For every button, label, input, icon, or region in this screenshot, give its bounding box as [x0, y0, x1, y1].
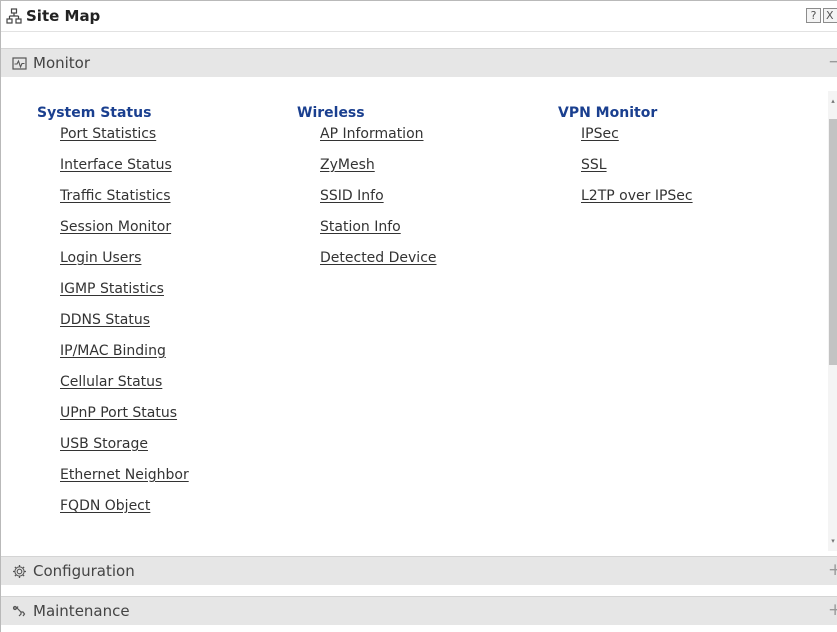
close-button[interactable]: X [823, 8, 837, 23]
column-vpn-monitor: VPN Monitor IPSec SSL L2TP over IPSec [558, 103, 693, 217]
section-header-maintenance[interactable]: Maintenance + [1, 596, 837, 625]
link-list: Port Statistics Interface Status Traffic… [37, 124, 189, 527]
title-bar: Site Map ? X [1, 1, 837, 32]
column-wireless: Wireless AP Information ZyMesh SSID Info… [297, 103, 437, 279]
section-label-monitor: Monitor [33, 54, 91, 72]
link-ssl[interactable]: SSL [581, 155, 693, 186]
link-fqdn-object[interactable]: FQDN Object [60, 496, 189, 527]
link-list: AP Information ZyMesh SSID Info Station … [297, 124, 437, 279]
gear-icon [12, 564, 27, 579]
link-ssid-info[interactable]: SSID Info [320, 186, 437, 217]
link-station-info[interactable]: Station Info [320, 217, 437, 248]
link-detected-device[interactable]: Detected Device [320, 248, 437, 279]
link-traffic-statistics[interactable]: Traffic Statistics [60, 186, 189, 217]
link-ipsec[interactable]: IPSec [581, 124, 693, 155]
scroll-up-arrow-icon[interactable]: ▴ [830, 97, 836, 105]
link-ddns-status[interactable]: DDNS Status [60, 310, 189, 341]
help-button[interactable]: ? [806, 8, 821, 23]
link-ap-information[interactable]: AP Information [320, 124, 437, 155]
link-igmp-statistics[interactable]: IGMP Statistics [60, 279, 189, 310]
column-title: System Status [37, 105, 152, 121]
scroll-down-arrow-icon[interactable]: ▾ [830, 537, 836, 545]
column-system-status: System Status Port Statistics Interface … [37, 103, 189, 527]
link-port-statistics[interactable]: Port Statistics [60, 124, 189, 155]
link-usb-storage[interactable]: USB Storage [60, 434, 189, 465]
expand-toggle-configuration[interactable]: + [828, 560, 837, 580]
link-list: IPSec SSL L2TP over IPSec [558, 124, 693, 217]
vertical-scrollbar[interactable]: ▴ ▾ [828, 91, 837, 551]
link-ethernet-neighbor[interactable]: Ethernet Neighbor [60, 465, 189, 496]
link-zymesh[interactable]: ZyMesh [320, 155, 437, 186]
collapse-toggle-monitor[interactable]: − [828, 52, 837, 72]
column-title: VPN Monitor [558, 105, 658, 121]
section-header-configuration[interactable]: Configuration + [1, 556, 837, 585]
expand-toggle-maintenance[interactable]: + [828, 600, 837, 620]
site-map-window: Site Map ? X Monitor − System Status Por… [0, 0, 837, 632]
sitemap-icon [6, 8, 22, 24]
link-interface-status[interactable]: Interface Status [60, 155, 189, 186]
link-ip-mac-binding[interactable]: IP/MAC Binding [60, 341, 189, 372]
wrench-icon [12, 604, 27, 619]
link-session-monitor[interactable]: Session Monitor [60, 217, 189, 248]
section-label-maintenance: Maintenance [33, 602, 130, 620]
section-header-monitor[interactable]: Monitor − [1, 48, 837, 77]
scroll-thumb[interactable] [829, 119, 837, 365]
monitor-icon [12, 56, 27, 71]
monitor-content: System Status Port Statistics Interface … [1, 91, 828, 551]
column-title: Wireless [297, 105, 365, 121]
link-upnp-port-status[interactable]: UPnP Port Status [60, 403, 189, 434]
section-label-configuration: Configuration [33, 562, 135, 580]
link-cellular-status[interactable]: Cellular Status [60, 372, 189, 403]
link-l2tp-over-ipsec[interactable]: L2TP over IPSec [581, 186, 693, 217]
link-login-users[interactable]: Login Users [60, 248, 189, 279]
window-title: Site Map [26, 7, 101, 25]
